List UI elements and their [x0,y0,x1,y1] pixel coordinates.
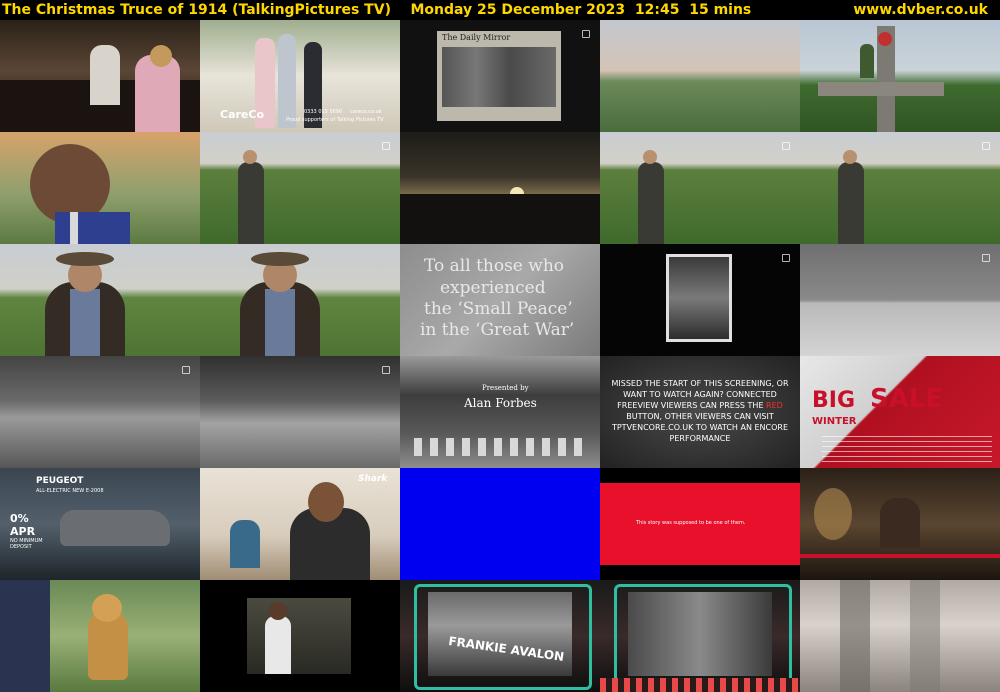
thumbnail-dog-garden[interactable] [0,580,200,692]
thumbnail-man-hat-2[interactable] [200,244,400,356]
thumbnail-shark-advert[interactable]: Shark [200,468,400,580]
channel-badge-icon [382,142,390,150]
quote-line-2: experienced [440,278,546,298]
broadcast-time: 12:45 [634,2,680,18]
peugeot-model: ALL-ELECTRIC NEW E-2008 [36,488,104,494]
careco-caption: Proud supporters of Talking Pictures TV [286,117,384,123]
thumbnail-careco-advert[interactable]: CareCo 0333 015 5690 careco.co.uk Proud … [200,20,400,132]
shark-logo: Shark [358,474,388,484]
thumbnail-dedication-quote[interactable]: To all those who experienced the ‘Small … [400,244,600,356]
programme-title: The Christmas Truce of 1914 (TalkingPict… [2,2,391,18]
thumbnail-man-field-1[interactable] [200,132,400,244]
thumbnail-encore-notice[interactable]: MISSED THE START OF THIS SCREENING, OR W… [600,356,800,468]
thumbnail-mono-landscape-2[interactable] [200,356,400,468]
site-link[interactable]: www.dvber.co.uk [853,0,988,20]
thumbnail-man-field-2[interactable] [600,132,800,244]
thumbnail-football-closeup[interactable] [0,132,200,244]
thumbnail-man-field-3[interactable] [800,132,1000,244]
programme-duration: 15 mins [689,2,752,18]
peugeot-apr-value: 0% [10,512,29,525]
thumbnail-field-dusk[interactable] [600,20,800,132]
broadcast-date: Monday 25 December 2023 [410,2,626,18]
bhf-story-text: This story was supposed to be one of the… [636,520,746,526]
quote-line-1: To all those who [424,256,565,276]
careco-site: careco.co.uk [350,109,382,115]
thumbnail-grey-field[interactable] [800,244,1000,356]
encore-message: MISSED THE START OF THIS SCREENING, OR W… [606,378,794,444]
thumbnail-film-couple[interactable] [600,580,800,692]
peugeot-deposit-line-2: DEPOSIT [10,544,32,550]
encore-red-word: RED [766,401,783,410]
channel-badge-icon [782,254,790,262]
thumbnail-winter-sale-advert[interactable]: BIG SALE WINTER [800,356,1000,468]
thumbnail-frankie-avalon-cinema[interactable]: FRANKIE AVALON [400,580,600,692]
sale-big: BIG [812,388,856,413]
encore-message-start: MISSED THE START OF THIS SCREENING, OR W… [611,379,789,410]
quote-line-4: in the ‘Great War’ [420,320,575,340]
channel-badge-icon [182,366,190,374]
quote-line-3: the ‘Small Peace’ [424,299,573,319]
channel-badge-icon [582,30,590,38]
thumbnail-mono-interior[interactable] [800,580,1000,692]
channel-badge-icon [382,366,390,374]
thumbnail-cosy-room[interactable] [800,468,1000,580]
thumbnail-man-hat-1[interactable] [0,244,200,356]
presented-by-label: Presented by [482,384,529,392]
thumbnail-wooden-cross[interactable] [800,20,1000,132]
encore-message-end: BUTTON, OTHER VIEWERS CAN VISIT TPTVENCO… [611,412,789,443]
presenter-name: Alan Forbes [464,396,537,410]
channel-badge-icon [982,142,990,150]
thumbnail-bhf-advert[interactable]: This story was supposed to be one of the… [600,468,800,580]
thumbnail-grid: CareCo 0333 015 5690 careco.co.uk Proud … [0,20,1000,692]
peugeot-brand: PEUGEOT [36,476,84,486]
thumbnail-daily-mirror[interactable]: The Daily Mirror [400,20,600,132]
thumbnail-waiter-film[interactable] [200,580,400,692]
sale-sale: SALE [870,384,944,414]
thumbnail-blue-screen[interactable] [400,468,600,580]
header-bar: The Christmas Truce of 1914 (TalkingPict… [0,0,1000,20]
careco-logo: CareCo [220,108,265,121]
sale-winter: WINTER [812,416,857,427]
careco-phone: 0333 015 5690 [304,109,343,115]
mirror-headline: The Daily Mirror [442,33,511,42]
channel-badge-icon [782,142,790,150]
thumbnail-cemetery-credit[interactable]: Presented by Alan Forbes [400,356,600,468]
thumbnail-sunset-trees[interactable] [400,132,600,244]
thumbnail-archive-photo[interactable] [600,244,800,356]
header-info: The Christmas Truce of 1914 (TalkingPict… [2,0,751,20]
peugeot-apr-label: APR [10,525,36,538]
thumbnail-mono-landscape-1[interactable] [0,356,200,468]
channel-badge-icon [982,254,990,262]
thumbnail-kitchen[interactable] [0,20,200,132]
thumbnail-peugeot-advert[interactable]: PEUGEOT ALL-ELECTRIC NEW E-2008 0% APR N… [0,468,200,580]
